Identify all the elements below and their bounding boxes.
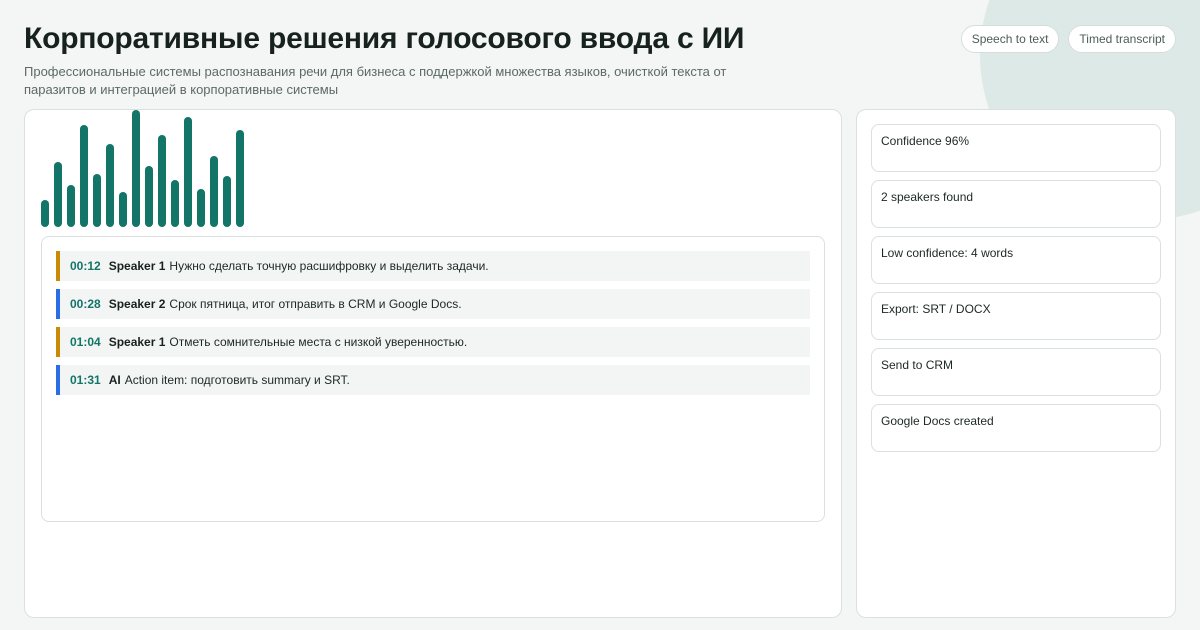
waveform-bar xyxy=(171,180,179,227)
utterance-text: Нужно сделать точную расшифровку и выдел… xyxy=(169,259,489,273)
transcript-line-2[interactable]: 00:28 Speaker 2 Срок пятница, итог отправи… xyxy=(56,289,810,319)
waveform-bar xyxy=(54,162,62,227)
waveform-bar xyxy=(80,125,88,227)
transcript-line-1[interactable]: 00:12 Speaker 1 Нужно сделать точную расши… xyxy=(56,251,810,281)
timestamp: 01:31 xyxy=(70,373,101,387)
utterance-text: Отметь сомнительные места с низкой увере… xyxy=(169,335,468,349)
utterance-text: Срок пятница, итог отправить в CRM и Goo… xyxy=(169,297,462,311)
waveform-bar xyxy=(106,144,114,227)
tag-timed-transcript[interactable]: Timed transcript xyxy=(1068,25,1176,53)
speaker-name: AI xyxy=(108,373,121,387)
waveform-bar xyxy=(184,117,192,227)
page-title: Корпоративные решения голосового ввода с… xyxy=(24,22,745,55)
page: Корпоративные решения голосового ввода с… xyxy=(0,0,1200,630)
waveform-bar xyxy=(119,192,127,227)
card-google-docs[interactable]: Google Docs created xyxy=(871,404,1161,452)
card-confidence[interactable]: Confidence 96% xyxy=(871,124,1161,172)
waveform-bar xyxy=(197,189,205,227)
waveform-bar xyxy=(67,185,75,227)
tag-speech-to-text[interactable]: Speech to text xyxy=(960,25,1060,53)
waveform-bar xyxy=(93,174,101,227)
speaker-name: Speaker 2 xyxy=(108,297,166,311)
insights-panel: Confidence 96% 2 speakers found Low conf… xyxy=(856,109,1176,618)
card-export[interactable]: Export: SRT / DOCX xyxy=(871,292,1161,340)
waveform-bar xyxy=(158,135,166,227)
waveform-bar xyxy=(236,130,244,227)
transcript-line-3[interactable]: 01:04 Speaker 1 Отметь сомнительные места … xyxy=(56,327,810,357)
waveform-bar xyxy=(223,176,231,227)
waveform-bar xyxy=(132,110,140,227)
tag-group: Speech to text Timed transcript xyxy=(960,25,1176,53)
audio-waveform xyxy=(41,110,251,227)
waveform-bar xyxy=(145,166,153,227)
card-send-crm[interactable]: Send to CRM xyxy=(871,348,1161,396)
transcript-panel: 00:12 Speaker 1 Нужно сделать точную расши… xyxy=(24,109,842,618)
timestamp: 00:28 xyxy=(70,297,101,311)
timestamp: 00:12 xyxy=(70,259,101,273)
card-low-confidence[interactable]: Low confidence: 4 words xyxy=(871,236,1161,284)
card-speakers[interactable]: 2 speakers found xyxy=(871,180,1161,228)
utterance-text: Action item: подготовить summary и SRT. xyxy=(124,373,350,387)
speaker-name: Speaker 1 xyxy=(108,335,166,349)
speaker-name: Speaker 1 xyxy=(108,259,166,273)
transcript-line-4[interactable]: 01:31 AI Action item: подготовить summary … xyxy=(56,365,810,395)
waveform-bar xyxy=(41,200,49,227)
transcript-box: 00:12 Speaker 1 Нужно сделать точную расши… xyxy=(41,236,825,522)
waveform-bar xyxy=(210,156,218,227)
page-subtitle: Профессиональные системы распознавания р… xyxy=(24,64,727,97)
timestamp: 01:04 xyxy=(70,335,101,349)
